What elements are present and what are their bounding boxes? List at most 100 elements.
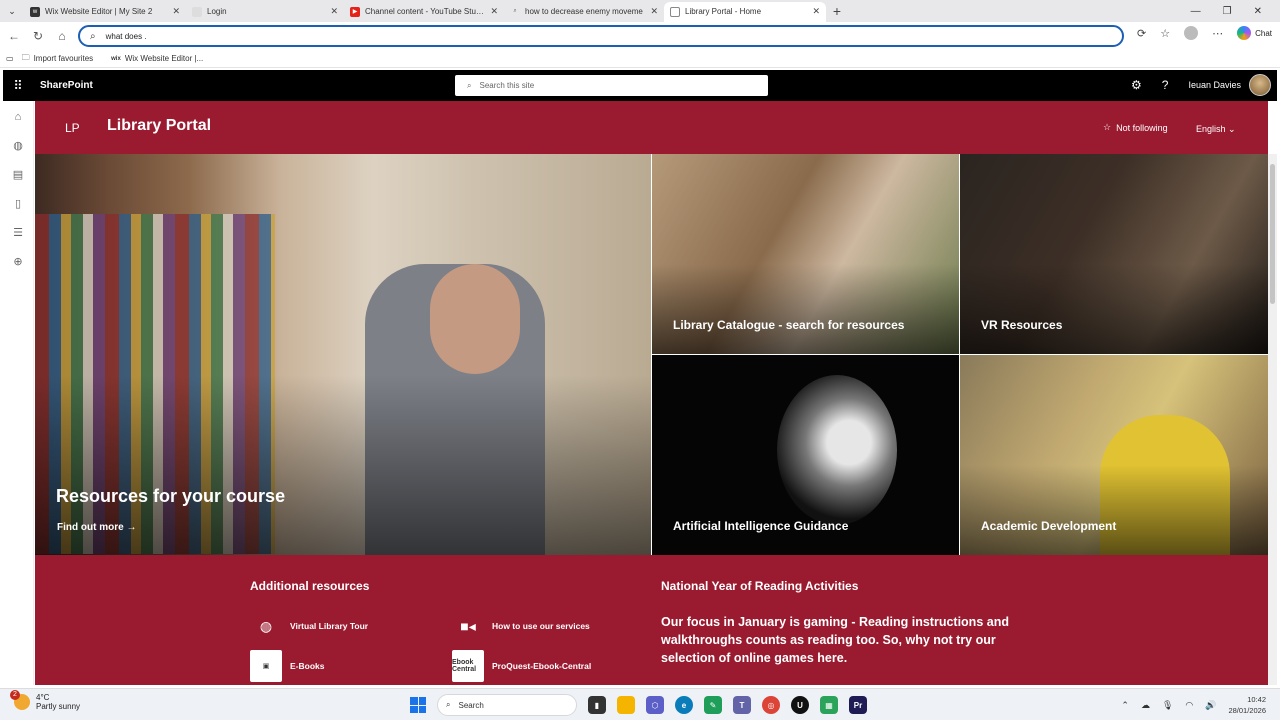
chevron-up-icon[interactable]: ⌃ [1121,700,1129,711]
close-tab-icon[interactable]: ✕ [330,6,338,17]
hero-title: Resources for your course [56,486,286,506]
page-scrollbar[interactable] [1268,154,1277,685]
task-view-icon[interactable]: ▮ [588,696,606,714]
clock[interactable]: 10:42 28/01/2026 [1228,694,1266,716]
address-value: what does . [105,31,147,41]
copilot-chat-button[interactable]: Chat [1237,26,1272,40]
bottom-section: Additional resources ◍ Virtual Library T… [35,555,1268,685]
window-controls: — ❐ ✕ [1191,6,1280,17]
volume-icon[interactable]: 🔊 [1205,700,1216,711]
tab-library-portal[interactable]: Library Portal - Home ✕ [664,1,826,22]
tab-wix-editor[interactable]: w Wix Website Editor | My Site 2 ✕ [24,2,186,22]
user-name[interactable]: Ieuan Davies [1188,80,1241,90]
back-arrow-icon[interactable]: ← [2,29,26,43]
proquest-icon: Ebook Central [452,650,484,682]
site-title[interactable]: Library Portal [107,117,211,135]
address-bar[interactable]: ⌕ what does . [78,25,1124,47]
sharepoint-brand[interactable]: SharePoint [40,80,93,91]
clock-time: 10:42 [1247,695,1266,704]
how-to-use-services-link[interactable]: ■◂ How to use our services [452,610,590,642]
lists-icon[interactable]: ☰ [13,226,23,239]
site-search-input[interactable]: ⌕ Search this site [455,75,768,96]
chevron-down-icon: ⌄ [1228,124,1236,134]
taskbar-apps: ⌕ Search ▮ ⬡ e ✎ T ◎ U ▦ Pr [410,694,867,716]
favourite-label: Wix Website Editor |... [124,54,204,63]
restore-icon[interactable]: ❐ [1223,6,1232,17]
microphone-icon[interactable]: 🎙 [1162,700,1173,711]
weather-widget[interactable]: 2 4°C Partly sunny [10,690,80,711]
hero-tile-academic-development[interactable]: Academic Development [960,355,1268,555]
wix-favourite-link[interactable]: wix Wix Website Editor |... [111,54,203,63]
tab-title: Login [207,7,227,16]
tab-actions-chevron-icon[interactable]: ⌄ [0,0,24,22]
favourites-star-icon[interactable]: ☆ [1160,27,1170,40]
premiere-pro-icon[interactable]: Pr [849,696,867,714]
sites-globe-icon[interactable]: ◍ [13,139,23,152]
youtube-favicon-icon: ▶ [350,6,360,17]
close-tab-icon[interactable]: ✕ [812,6,820,17]
ebooks-link[interactable]: ▣ E-Books [250,650,324,682]
close-tab-icon[interactable]: ✕ [650,6,658,17]
site-logo[interactable]: LP [65,121,80,135]
tab-login[interactable]: Login ✕ [186,2,344,22]
close-tab-icon[interactable]: ✕ [490,6,498,17]
home-icon[interactable]: ⌂ [50,29,74,43]
app-icon[interactable]: ✎ [704,696,722,714]
follow-button[interactable]: ☆ Not following [1103,122,1168,133]
create-plus-icon[interactable]: ⊕ [13,255,22,268]
globe-icon: ◍ [259,617,273,634]
news-icon[interactable]: ▤ [13,168,23,181]
avatar[interactable] [1249,74,1271,96]
weather-sun-icon: 2 [10,690,30,710]
teams-icon[interactable]: T [733,696,751,714]
taskbar-search-label: Search [458,700,484,710]
windows-start-icon[interactable] [410,697,426,713]
home-icon[interactable]: ⌂ [15,111,22,123]
wifi-icon[interactable]: ◠ [1185,700,1193,711]
settings-gear-icon[interactable]: ⚙ [1131,78,1142,92]
app-icon[interactable]: ▦ [820,696,838,714]
chrome-icon[interactable]: ◎ [762,696,780,714]
tile-caption: Artificial Intelligence Guidance [673,519,849,533]
hero-tile-vr-resources[interactable]: VR Resources [960,154,1268,354]
scrollbar-thumb[interactable] [1270,164,1275,304]
taskbar-search[interactable]: ⌕ Search [437,694,577,716]
wix-icon: wix [111,55,121,62]
link-label: Virtual Library Tour [290,621,369,631]
edge-icon[interactable]: e [675,696,693,714]
hero-main-tile[interactable]: Resources for your course Find out more … [35,154,651,555]
tab-search[interactable]: ⌕ how to decrease enemy moveme ✕ [504,2,664,22]
person-head-image [430,264,520,374]
close-window-icon[interactable]: ✕ [1254,6,1262,17]
tab-list-icon[interactable]: ▭ [6,54,14,63]
browser-nav-bar: ← ↻ ⌂ ⌕ what does . ⟳ ☆ ⋯ Chat [0,22,1280,50]
profile-avatar[interactable] [1184,26,1199,40]
proquest-ebook-central-link[interactable]: Ebook Central ProQuest-Ebook-Central [452,650,591,682]
minimize-icon[interactable]: — [1191,6,1201,17]
help-icon[interactable]: ? [1162,78,1169,92]
tab-title: Wix Website Editor | My Site 2 [45,7,153,16]
file-explorer-icon[interactable] [617,696,635,714]
files-icon[interactable]: ▯ [15,197,21,210]
system-tray: ⌃ ☁ 🎙 ◠ 🔊 10:42 28/01/2026 [1121,694,1266,716]
app-icon[interactable]: ⬡ [646,696,664,714]
cloud-icon[interactable]: ☁ [1141,700,1150,711]
hero-tile-ai-guidance[interactable]: Artificial Intelligence Guidance [652,355,959,555]
find-out-more-link[interactable]: Find out more → [57,522,136,533]
tab-youtube-studio[interactable]: ▶ Channel content - YouTube Studio ✕ [344,2,504,22]
favourite-label: Import favourites [33,54,94,63]
extension-icon[interactable]: ⟳ [1137,27,1146,40]
refresh-icon[interactable]: ↻ [26,29,50,43]
hero-tile-library-catalogue[interactable]: Library Catalogue - search for resources [652,154,959,354]
favourites-bar: ▭ 🗀 Import favourites wix Wix Website Ed… [0,50,1280,68]
unreal-icon[interactable]: U [791,696,809,714]
new-tab-plus-icon[interactable]: + [826,3,848,19]
site-header: LP Library Portal ☆ Not following Englis… [35,101,1268,154]
more-menu-icon[interactable]: ⋯ [1212,27,1223,40]
close-tab-icon[interactable]: ✕ [172,6,180,17]
tile-caption: Library Catalogue - search for resources [673,318,905,332]
virtual-library-tour-link[interactable]: ◍ Virtual Library Tour [250,610,368,642]
app-launcher-icon[interactable]: ⠿ [3,78,33,94]
language-selector[interactable]: English ⌄ [1196,124,1236,135]
import-favourites-link[interactable]: 🗀 Import favourites [22,52,94,66]
